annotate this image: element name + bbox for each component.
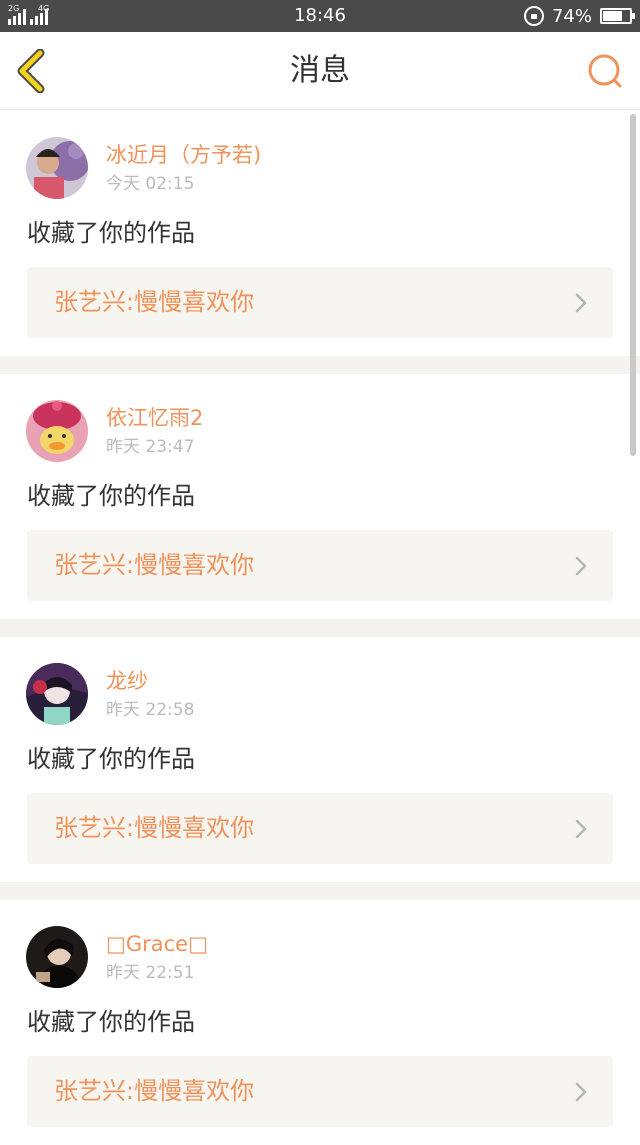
timestamp: 昨天 22:51 bbox=[106, 963, 195, 983]
work-title: 张艺兴:慢慢喜欢你 bbox=[54, 551, 255, 579]
message-card: 依江忆雨2 昨天 23:47 收藏了你的作品 张艺兴:慢慢喜欢你 bbox=[0, 374, 640, 619]
work-title: 张艺兴:慢慢喜欢你 bbox=[54, 288, 255, 316]
work-link[interactable]: 张艺兴:慢慢喜欢你 bbox=[27, 793, 613, 864]
work-link[interactable]: 张艺兴:慢慢喜欢你 bbox=[27, 1056, 613, 1127]
username[interactable]: 龙纱 bbox=[106, 667, 148, 695]
username[interactable]: 依江忆雨2 bbox=[106, 404, 203, 432]
activity-text: 收藏了你的作品 bbox=[27, 1008, 195, 1036]
scrollbar[interactable] bbox=[630, 114, 636, 456]
avatar[interactable] bbox=[26, 137, 88, 199]
timestamp: 今天 02:15 bbox=[106, 174, 195, 194]
message-card: □Grace□ 昨天 22:51 收藏了你的作品 张艺兴:慢慢喜欢你 bbox=[0, 900, 640, 1145]
timestamp: 昨天 22:58 bbox=[106, 700, 195, 720]
username[interactable]: □Grace□ bbox=[106, 930, 208, 958]
avatar[interactable] bbox=[26, 400, 88, 462]
message-card: 冰近月（方予若) 今天 02:15 收藏了你的作品 张艺兴:慢慢喜欢你 bbox=[0, 111, 640, 356]
work-link[interactable]: 张艺兴:慢慢喜欢你 bbox=[27, 267, 613, 338]
message-list: 冰近月（方予若) 今天 02:15 收藏了你的作品 张艺兴:慢慢喜欢你 依江忆雨… bbox=[0, 111, 640, 1145]
page-title: 消息 bbox=[290, 53, 350, 88]
battery-percent: 74% bbox=[551, 5, 592, 27]
activity-text: 收藏了你的作品 bbox=[27, 482, 195, 510]
nav-bar: 消息 bbox=[0, 32, 640, 110]
avatar[interactable] bbox=[26, 663, 88, 725]
divider bbox=[0, 882, 640, 900]
activity-text: 收藏了你的作品 bbox=[27, 745, 195, 773]
chevron-right-icon bbox=[575, 556, 587, 576]
search-button[interactable] bbox=[586, 52, 624, 90]
message-card: 龙纱 昨天 22:58 收藏了你的作品 张艺兴:慢慢喜欢你 bbox=[0, 637, 640, 882]
search-icon bbox=[588, 54, 622, 88]
status-bar: 2G 4G 18:46 74% bbox=[0, 0, 640, 32]
chevron-right-icon bbox=[575, 293, 587, 313]
work-title: 张艺兴:慢慢喜欢你 bbox=[54, 1077, 255, 1105]
chevron-right-icon bbox=[575, 819, 587, 839]
username[interactable]: 冰近月（方予若) bbox=[106, 141, 261, 169]
work-link[interactable]: 张艺兴:慢慢喜欢你 bbox=[27, 530, 613, 601]
avatar[interactable] bbox=[26, 926, 88, 988]
activity-text: 收藏了你的作品 bbox=[27, 219, 195, 247]
rotation-lock-icon bbox=[523, 6, 544, 26]
work-title: 张艺兴:慢慢喜欢你 bbox=[54, 814, 255, 842]
divider bbox=[0, 356, 640, 374]
battery-icon bbox=[600, 8, 635, 24]
chevron-right-icon bbox=[575, 1082, 587, 1102]
divider bbox=[0, 619, 640, 637]
timestamp: 昨天 23:47 bbox=[106, 437, 195, 457]
